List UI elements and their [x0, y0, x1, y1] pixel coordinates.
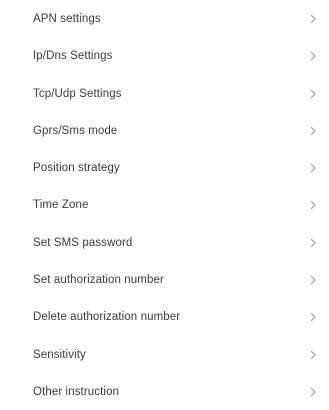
settings-item-time-zone[interactable]: Time Zone [0, 186, 329, 223]
settings-item-label: Other instruction [33, 385, 120, 398]
settings-item-set-sms-password[interactable]: Set SMS password [0, 224, 329, 261]
settings-item-other-instruction[interactable]: Other instruction [0, 373, 329, 410]
settings-item-gprs-sms-mode[interactable]: Gprs/Sms mode [0, 112, 329, 149]
settings-item-label: Delete authorization number [33, 310, 181, 323]
settings-item-tcp-udp-settings[interactable]: Tcp/Udp Settings [0, 75, 329, 112]
settings-item-label: Set SMS password [33, 236, 133, 249]
chevron-right-icon [309, 163, 317, 173]
chevron-right-icon [309, 200, 317, 210]
settings-item-label: APN settings [33, 12, 101, 25]
settings-item-label: Ip/Dns Settings [33, 49, 113, 62]
chevron-right-icon [309, 14, 317, 24]
settings-item-delete-authorization-number[interactable]: Delete authorization number [0, 298, 329, 335]
chevron-right-icon [309, 89, 317, 99]
settings-item-label: Gprs/Sms mode [33, 124, 118, 137]
settings-item-set-authorization-number[interactable]: Set authorization number [0, 261, 329, 298]
settings-item-label: Time Zone [33, 198, 89, 211]
settings-item-position-strategy[interactable]: Position strategy [0, 149, 329, 186]
settings-item-label: Sensitivity [33, 348, 86, 361]
chevron-right-icon [309, 275, 317, 285]
settings-item-ip-dns-settings[interactable]: Ip/Dns Settings [0, 37, 329, 74]
settings-list: APN settings Ip/Dns Settings Tcp/Udp Set… [0, 0, 329, 403]
settings-item-sensitivity[interactable]: Sensitivity [0, 336, 329, 373]
chevron-right-icon [309, 238, 317, 248]
settings-item-label: Set authorization number [33, 273, 164, 286]
settings-item-apn-settings[interactable]: APN settings [0, 0, 329, 37]
settings-item-label: Tcp/Udp Settings [33, 87, 122, 100]
chevron-right-icon [309, 51, 317, 61]
chevron-right-icon [309, 350, 317, 360]
chevron-right-icon [309, 126, 317, 136]
chevron-right-icon [309, 387, 317, 397]
chevron-right-icon [309, 312, 317, 322]
settings-item-label: Position strategy [33, 161, 120, 174]
